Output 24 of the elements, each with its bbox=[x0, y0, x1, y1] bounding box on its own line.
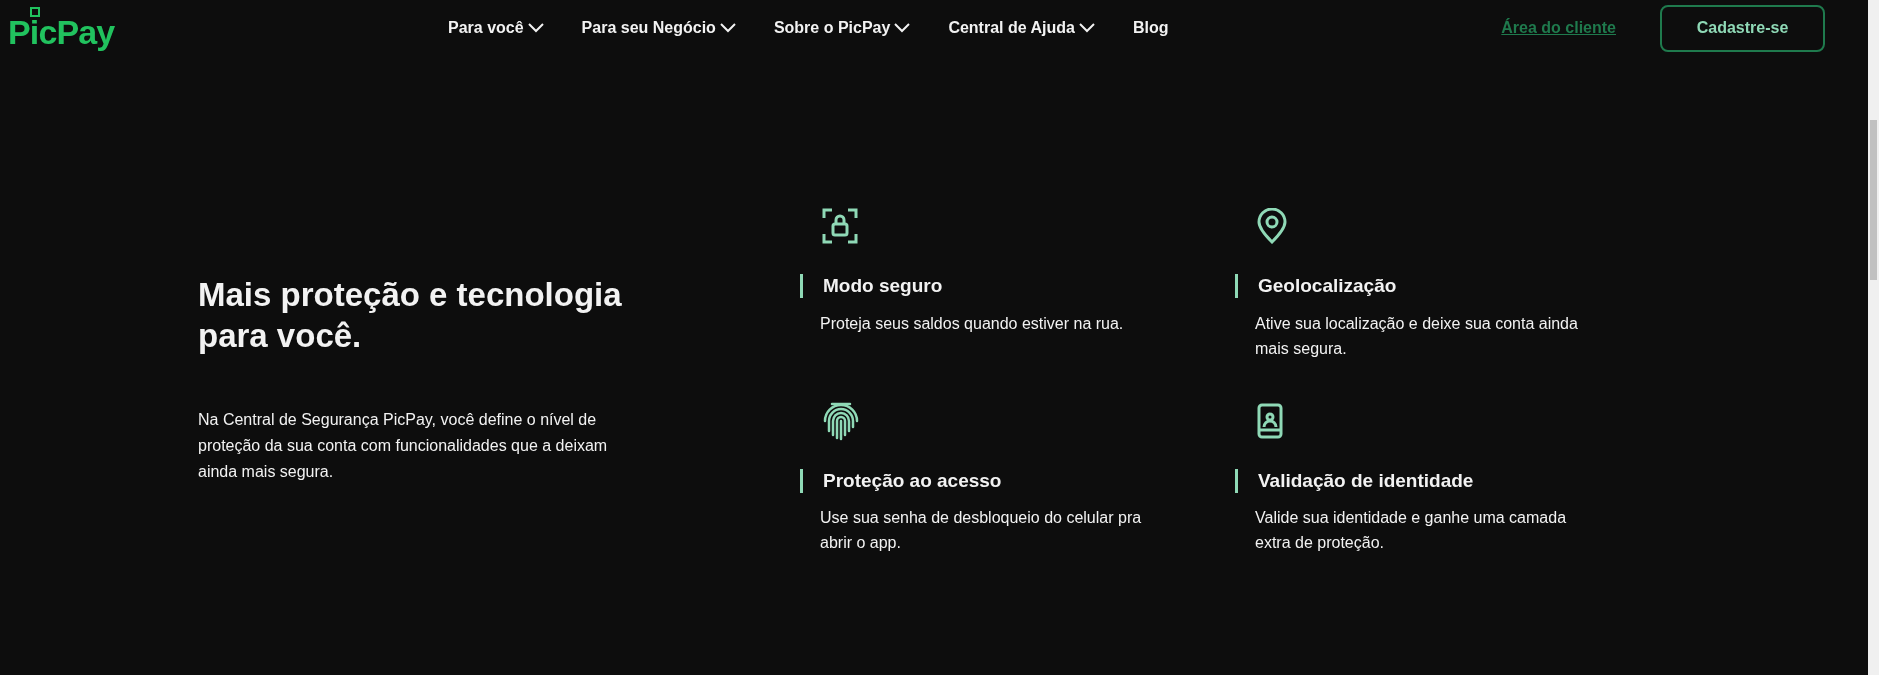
section-description: Na Central de Segurança PicPay, você define o nível de proteção da sua conta com funcionalidades que a deixam ainda mais segura. bbox=[198, 409, 609, 482]
feature-description: Proteja seus saldos quando estiver na rua. bbox=[820, 313, 1125, 334]
feature-title: Proteção ao acesso bbox=[823, 468, 1002, 493]
signup-button[interactable]: Cadastre-se bbox=[1660, 4, 1825, 52]
lock-icon bbox=[822, 208, 858, 244]
nav-link[interactable]: Blog bbox=[1132, 16, 1169, 40]
logo[interactable]: PicPay bbox=[8, 7, 115, 49]
nav-link[interactable]: Central de Ajuda bbox=[948, 16, 1095, 40]
location-pin-icon bbox=[1257, 208, 1287, 244]
fingerprint-icon bbox=[822, 400, 860, 441]
id-badge-icon bbox=[1257, 402, 1283, 439]
feature-description: Ative sua localização e deixe sua conta ainda mais segura. bbox=[1255, 313, 1579, 359]
nav-link[interactable]: Para você bbox=[448, 16, 544, 40]
section-title: Mais proteção e tecnologia para você. bbox=[198, 275, 623, 357]
nav-link[interactable]: Para seu Negócio bbox=[581, 16, 736, 40]
logo-square-icon bbox=[30, 7, 40, 17]
feature-title: Geolocalização bbox=[1258, 274, 1397, 298]
client-area-link[interactable]: Área do cliente bbox=[1501, 16, 1616, 40]
nav-link[interactable]: Sobre o PicPay bbox=[773, 16, 911, 40]
feature-description: Use sua senha de desbloqueio do celular pra abrir o app. bbox=[820, 508, 1143, 553]
feature-description: Valide sua identidade e ganhe uma camada extra de proteção. bbox=[1255, 508, 1568, 553]
feature-title: Modo seguro bbox=[823, 274, 943, 298]
scrollbar-thumb[interactable] bbox=[1870, 120, 1877, 280]
feature-title: Validação de identidade bbox=[1258, 468, 1474, 493]
